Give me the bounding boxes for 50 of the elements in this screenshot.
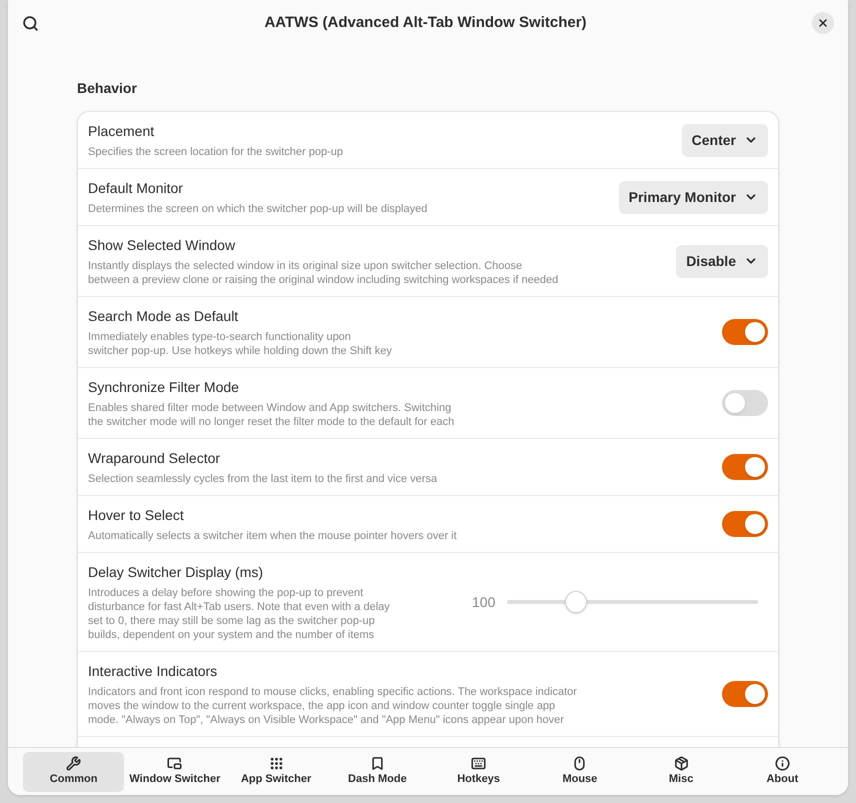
grid-dots-icon [268,756,284,771]
setting-description: Selection seamlessly cycles from the last item to the first and vice versa [88,472,438,486]
setting-title: Interactive Indicators [88,662,218,681]
close-icon [817,17,829,29]
navigation-tab[interactable]: Misc [630,752,732,792]
setting-title: Placement [88,122,156,141]
setting-title: Synchronize Filter Mode [88,378,240,397]
navigation-tab[interactable]: Mouse [529,752,630,792]
toggle-switch[interactable] [722,511,768,537]
mouse-icon [572,756,588,771]
slider-thumb[interactable] [564,591,587,613]
setting-description: Automatically selects a switcher item when the mouse pointer hovers over it [88,529,457,543]
window-title: AATWS (Advanced Alt-Tab Window Switcher) [263,12,588,33]
slider[interactable] [507,591,758,613]
toggle-switch[interactable] [722,319,768,345]
setting-title: Show Selected Window [88,236,236,255]
setting-description: Instantly displays the selected window in its original size upon switcher selection. Choose between a preview clone or raising the original window including switching workspaces if needed [88,259,558,287]
section-title: Behavior [77,79,138,98]
toggle-switch[interactable] [722,454,768,480]
setting-title: Wraparound Selector [88,449,222,468]
setting-description: Introduces a delay before showing the pop-up to prevent disturbance for fast Alt+Tab users. Note that even with a delay set to 0, there may still be some lag as the switcher pop-up builds, dependent on your system and the number of items [88,586,390,642]
bookmark-icon [370,756,385,771]
setting-title: Default Monitor [88,179,184,198]
setting-description: Indicators and front icon respond to mouse clicks, enabling specific actions. The workspace indicator moves the window to the current workspace, the app icon and window counter toggle single app mode. "Always on Top", "Always on Visible Workspace" and "App Menu" icons appear upon hover [88,685,577,727]
setting-description: Specifies the screen location for the switcher pop-up [88,145,343,159]
wrench-icon [66,756,82,771]
window-icon [167,756,182,771]
navigation-tab[interactable]: Common [23,752,124,792]
toggle-switch[interactable] [722,390,768,416]
setting-title: Hover to Select [88,506,185,525]
keyboard-icon [471,756,486,771]
navigation-tab[interactable]: App Switcher [226,752,327,792]
info-icon [774,756,790,771]
navigation-tab[interactable]: About [732,752,833,792]
dropdown-button[interactable]: Primary Monitor [618,180,768,214]
navigation-tab[interactable]: Dash Mode [326,752,428,792]
navigation-tab[interactable]: Hotkeys [428,752,530,792]
setting-title: Search Mode as Default [88,307,240,326]
search-icon[interactable] [22,14,39,32]
navigation-tab[interactable]: Window Switcher [124,752,226,792]
setting-description: Determines the screen on which the switcher pop-up will be displayed [88,202,428,216]
dropdown-button[interactable]: Center [682,124,768,156]
toggle-switch[interactable] [722,681,768,707]
setting-title: Delay Switcher Display (ms) [88,563,264,582]
slider-reading: 100 [472,592,496,612]
dropdown-button[interactable]: Disable [676,244,768,278]
box-icon [674,756,689,771]
close-button[interactable] [812,12,834,34]
setting-description: Immediately enables type-to-search functionality upon switcher pop-up. Use hotkeys while holding down the Shift key [88,330,392,358]
setting-description: Enables shared filter mode between Window and App switchers. Switching the switcher mode will no longer reset the filter mode to the default for each [88,401,454,429]
